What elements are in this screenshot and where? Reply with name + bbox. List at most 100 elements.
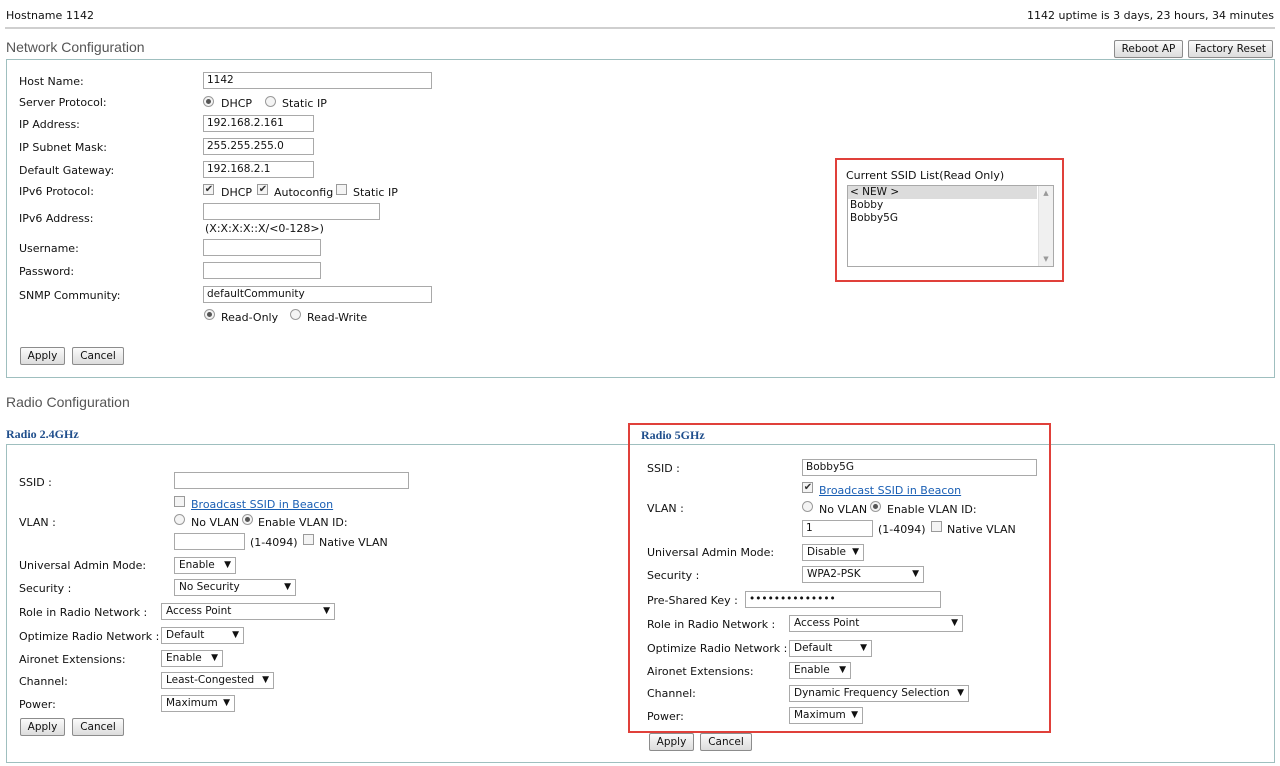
r24-no-vlan-radio[interactable] (174, 514, 185, 525)
ssid-list-item[interactable]: < NEW > (848, 186, 1037, 199)
r24-native-vlan-label: Native VLAN (319, 536, 388, 549)
chevron-down-icon: ▼ (262, 675, 269, 685)
read-only-radio[interactable] (204, 309, 215, 320)
r24-uam-select[interactable]: Enable ▼ (174, 557, 236, 574)
chevron-down-icon: ▼ (232, 630, 239, 640)
r24-ssid-input[interactable] (174, 472, 409, 489)
r5-channel-select[interactable]: Dynamic Frequency Selection ▼ (789, 685, 969, 702)
r24-power-value: Maximum (166, 697, 218, 709)
r24-role-value: Access Point (166, 605, 232, 617)
r5-vlan-label: VLAN : (647, 502, 684, 515)
r5-optimize-label: Optimize Radio Network : (647, 642, 788, 655)
r5-optimize-select[interactable]: Default ▼ (789, 640, 872, 657)
snmp-community-input[interactable]: defaultCommunity (203, 286, 432, 303)
r5-vlan-id-input[interactable]: 1 (802, 520, 873, 537)
ssid-listbox[interactable]: < NEW > Bobby Bobby5G ▲ ▼ (847, 185, 1054, 267)
r24-optimize-value: Default (166, 629, 205, 641)
r5-power-label: Power: (647, 710, 684, 723)
subnet-mask-input[interactable]: 255.255.255.0 (203, 138, 314, 155)
username-input[interactable] (203, 239, 321, 256)
r5-optimize-value: Default (794, 642, 833, 654)
r24-aironet-value: Enable (166, 652, 202, 664)
scroll-up-icon[interactable]: ▲ (1039, 189, 1053, 197)
ip-address-input[interactable]: 192.168.2.161 (203, 115, 314, 132)
r5-uam-label: Universal Admin Mode: (647, 546, 775, 559)
r5-enable-vlan-radio[interactable] (870, 501, 881, 512)
r5-apply-button[interactable]: Apply (649, 733, 694, 751)
r5-native-vlan-checkbox[interactable] (931, 521, 942, 532)
factory-reset-button[interactable]: Factory Reset (1188, 40, 1273, 58)
username-label: Username: (19, 242, 79, 255)
r5-no-vlan-radio[interactable] (802, 501, 813, 512)
chevron-down-icon: ▼ (323, 606, 330, 616)
r24-security-label: Security : (19, 582, 72, 595)
password-input[interactable] (203, 262, 321, 279)
dhcp-radio[interactable] (203, 96, 214, 107)
r5-role-select[interactable]: Access Point ▼ (789, 615, 963, 632)
r24-cancel-button[interactable]: Cancel (72, 718, 124, 736)
r24-broadcast-link[interactable]: Broadcast SSID in Beacon (191, 498, 333, 511)
chevron-down-icon: ▼ (284, 582, 291, 592)
ipv6-static-label: Static IP (353, 186, 398, 199)
r5-uam-select[interactable]: Disable ▼ (802, 544, 864, 561)
r5-role-value: Access Point (794, 617, 860, 629)
reboot-ap-button[interactable]: Reboot AP (1114, 40, 1183, 58)
r24-native-vlan-checkbox[interactable] (303, 534, 314, 545)
r24-optimize-select[interactable]: Default ▼ (161, 627, 244, 644)
r5-security-select[interactable]: WPA2-PSK ▼ (802, 566, 924, 583)
r24-power-select[interactable]: Maximum ▼ (161, 695, 235, 712)
r24-security-value: No Security (179, 581, 240, 593)
ipv6-address-input[interactable] (203, 203, 380, 220)
r24-no-vlan-label: No VLAN (191, 516, 240, 529)
subnet-mask-label: IP Subnet Mask: (19, 141, 107, 154)
host-name-input[interactable]: 1142 (203, 72, 432, 89)
r5-ssid-input[interactable]: Bobby5G (802, 459, 1037, 476)
ssid-list-item[interactable]: Bobby5G (848, 212, 1037, 225)
r5-psk-input[interactable]: •••••••••••••• (745, 591, 941, 608)
r24-vlan-id-input[interactable] (174, 533, 245, 550)
r5-psk-label: Pre-Shared Key : (647, 594, 738, 607)
r5-channel-value: Dynamic Frequency Selection (794, 687, 950, 699)
password-label: Password: (19, 265, 75, 278)
r24-channel-select[interactable]: Least-Congested ▼ (161, 672, 274, 689)
server-protocol-label: Server Protocol: (19, 96, 107, 109)
r24-vlan-label: VLAN : (19, 516, 56, 529)
r24-power-label: Power: (19, 698, 56, 711)
read-write-radio[interactable] (290, 309, 301, 320)
r24-ssid-label: SSID : (19, 476, 52, 489)
r24-uam-value: Enable (179, 559, 215, 571)
r24-aironet-select[interactable]: Enable ▼ (161, 650, 223, 667)
network-cancel-button[interactable]: Cancel (72, 347, 124, 365)
ipv6-dhcp-checkbox[interactable] (203, 184, 214, 195)
r5-enable-vlan-label: Enable VLAN ID: (887, 503, 977, 516)
r24-role-select[interactable]: Access Point ▼ (161, 603, 335, 620)
r5-broadcast-checkbox[interactable] (802, 482, 813, 493)
r24-role-label: Role in Radio Network : (19, 606, 148, 619)
static-ip-radio-label: Static IP (282, 97, 327, 110)
r24-security-select[interactable]: No Security ▼ (174, 579, 296, 596)
r5-broadcast-link[interactable]: Broadcast SSID in Beacon (819, 484, 961, 497)
r5-aironet-select[interactable]: Enable ▼ (789, 662, 851, 679)
chevron-down-icon: ▼ (224, 560, 231, 570)
r5-aironet-label: Aironet Extensions: (647, 665, 754, 678)
ipv6-address-hint: (X:X:X:X::X/<0-128>) (205, 222, 324, 235)
ssid-list-item[interactable]: Bobby (848, 199, 1037, 212)
chevron-down-icon: ▼ (211, 653, 218, 663)
ssid-list-label: Current SSID List(Read Only) (846, 169, 1005, 182)
network-apply-button[interactable]: Apply (20, 347, 65, 365)
header-divider (5, 27, 1275, 29)
r24-uam-label: Universal Admin Mode: (19, 559, 147, 572)
r24-apply-button[interactable]: Apply (20, 718, 65, 736)
default-gateway-input[interactable]: 192.168.2.1 (203, 161, 314, 178)
r5-security-label: Security : (647, 569, 700, 582)
ipv6-static-checkbox[interactable] (336, 184, 347, 195)
scroll-down-icon[interactable]: ▼ (1039, 255, 1053, 263)
static-ip-radio[interactable] (265, 96, 276, 107)
r24-broadcast-checkbox[interactable] (174, 496, 185, 507)
r5-cancel-button[interactable]: Cancel (700, 733, 752, 751)
ssid-list-scrollbar[interactable]: ▲ ▼ (1038, 186, 1053, 266)
r5-channel-label: Channel: (647, 687, 696, 700)
r24-enable-vlan-radio[interactable] (242, 514, 253, 525)
ipv6-autoconfig-checkbox[interactable] (257, 184, 268, 195)
r5-power-select[interactable]: Maximum ▼ (789, 707, 863, 724)
